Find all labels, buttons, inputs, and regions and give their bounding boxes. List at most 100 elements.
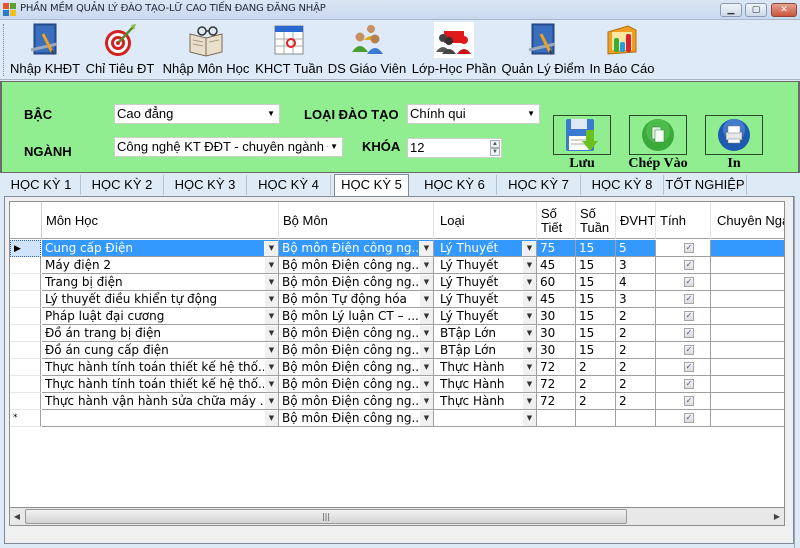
chevron-down-icon[interactable]: ▼ [419,394,433,409]
chevron-down-icon[interactable]: ▼ [264,360,278,375]
cell-tinh[interactable]: ✓ [656,376,711,393]
cell-dvht[interactable]: 2 [616,359,656,376]
cell-so-tuan[interactable]: 2 [576,376,616,393]
tinh-checkbox[interactable]: ✓ [684,260,694,270]
scrollbar-thumb[interactable]: ||| [25,509,627,524]
tinh-checkbox[interactable]: ✓ [684,379,694,389]
column-header-tinh[interactable]: Tính [656,202,711,239]
cell-bo-mon[interactable]: Bộ môn Điện công ng... ▼ [279,342,434,359]
cell-so-tuan[interactable]: 15 [576,274,616,291]
toolbar-item-ds-giao-vien[interactable]: DS Giáo Viên [327,21,407,79]
cell-chuyen-nganh[interactable] [711,240,784,257]
table-row[interactable]: ▶ Cung cấp Điện ▼ Bộ môn Điện công ng... ▼ Lý… [10,240,784,257]
cell-mon-hoc[interactable]: Đồ án trang bị điện ▼ [42,325,279,342]
tinh-checkbox[interactable]: ✓ [684,345,694,355]
cell-so-tuan[interactable]: 2 [576,359,616,376]
tinh-checkbox[interactable]: ✓ [684,294,694,304]
chevron-down-icon[interactable]: ▼ [522,292,536,307]
column-header-chuyen-nganh[interactable]: Chuyên Ngành [711,202,784,239]
row-header[interactable] [10,308,41,325]
chevron-down-icon[interactable]: ▼ [419,292,433,307]
copy-label[interactable]: Chép Vào [622,156,694,172]
chevron-down-icon[interactable]: ▼ [419,360,433,375]
column-header-bo-mon[interactable]: Bộ Môn [279,202,434,239]
row-header[interactable] [10,257,41,274]
cell-tinh[interactable]: ✓ [656,240,711,257]
cell-chuyen-nganh[interactable] [711,393,784,410]
cell-mon-hoc[interactable]: Lý thuyết điều khiển tự động ▼ [42,291,279,308]
cell-tinh[interactable]: ✓ [656,342,711,359]
tinh-checkbox[interactable]: ✓ [684,328,694,338]
cell-dvht[interactable]: 5 [616,240,656,257]
cell-mon-hoc[interactable]: ▼ [42,410,279,427]
maximize-button[interactable]: ▢ [745,3,767,17]
chevron-down-icon[interactable]: ▼ [419,241,433,256]
cell-so-tuan[interactable]: 2 [576,393,616,410]
cell-loai[interactable]: Lý Thuyết ▼ [434,240,537,257]
chevron-down-icon[interactable]: ▼ [264,343,278,358]
cell-chuyen-nganh[interactable] [711,376,784,393]
cell-tinh[interactable]: ✓ [656,291,711,308]
save-label[interactable]: Lưu [553,156,611,172]
chevron-down-icon[interactable]: ▼ [522,326,536,341]
chevron-down-icon[interactable]: ▼ [419,326,433,341]
cell-chuyen-nganh[interactable] [711,325,784,342]
column-header-mon-hoc[interactable]: Môn Học [42,202,279,239]
chevron-down-icon[interactable]: ▼ [419,377,433,392]
cell-mon-hoc[interactable]: Trang bị điện ▼ [42,274,279,291]
spin-down-button[interactable]: ▼ [490,148,500,156]
tab-hoc-ky-3[interactable]: HỌC KỲ 3 [164,175,247,195]
chevron-down-icon[interactable]: ▼ [264,326,278,341]
chevron-down-icon[interactable]: ▼ [522,275,536,290]
cell-so-tuan[interactable]: 15 [576,291,616,308]
cell-loai[interactable]: BTập Lớn ▼ [434,325,537,342]
cell-mon-hoc[interactable]: Thực hành tính toán thiết kế hệ thố... ▼ [42,359,279,376]
tinh-checkbox[interactable]: ✓ [684,243,694,253]
row-header[interactable] [10,325,41,342]
scroll-left-arrow[interactable]: ◀ [10,508,24,525]
chevron-down-icon[interactable]: ▼ [522,360,536,375]
cell-so-tiet[interactable]: 72 [537,376,576,393]
chevron-down-icon[interactable]: ▼ [264,241,278,256]
chevron-down-icon[interactable]: ▼ [522,258,536,273]
cell-bo-mon[interactable]: Bộ môn Điện công ng... ▼ [279,325,434,342]
cell-so-tiet[interactable]: 45 [537,257,576,274]
chevron-down-icon[interactable]: ▼ [264,411,278,426]
khoa-stepper[interactable]: 12 ▲ ▼ [407,138,502,158]
save-button[interactable] [553,115,611,155]
chevron-down-icon[interactable]: ▼ [419,411,433,426]
row-header[interactable] [10,359,41,376]
column-header-dvht[interactable]: ĐVHT [616,202,656,239]
cell-tinh[interactable]: ✓ [656,274,711,291]
toolbar-item-quan-ly-diem[interactable]: Quản Lý Điểm [500,21,586,79]
tinh-checkbox[interactable]: ✓ [684,413,694,423]
row-header[interactable] [10,376,41,393]
horizontal-scrollbar[interactable]: ◀ ||| ▶ [9,508,785,526]
column-header-so-tuan[interactable]: Số Tuần [576,202,616,239]
cell-tinh[interactable]: ✓ [656,257,711,274]
cell-tinh[interactable]: ✓ [656,308,711,325]
cell-loai[interactable]: BTập Lớn ▼ [434,342,537,359]
cell-so-tiet[interactable]: 30 [537,325,576,342]
nganh-select[interactable]: Công nghệ KT ĐĐT - chuyên ngành Đ ▼ [114,137,343,157]
cell-bo-mon[interactable]: Bộ môn Điện công ng... ▼ [279,257,434,274]
new-row-indicator[interactable]: * [10,410,41,427]
cell-bo-mon[interactable]: Bộ môn Tự động hóa ▼ [279,291,434,308]
cell-loai[interactable]: Thực Hành ▼ [434,376,537,393]
table-row[interactable]: Thực hành tính toán thiết kế hệ thố... ▼ B… [10,376,784,393]
cell-dvht[interactable]: 3 [616,257,656,274]
tab-hoc-ky-7[interactable]: HỌC KỲ 7 [497,175,581,195]
tab-hoc-ky-8[interactable]: HỌC KỲ 8 [581,175,664,195]
cell-mon-hoc[interactable]: Máy điện 2 ▼ [42,257,279,274]
cell-mon-hoc[interactable]: Pháp luật đại cương ▼ [42,308,279,325]
chevron-down-icon[interactable]: ▼ [419,258,433,273]
cell-dvht[interactable]: 2 [616,325,656,342]
cell-so-tuan[interactable]: 15 [576,240,616,257]
cell-so-tuan[interactable] [576,410,616,427]
chevron-down-icon[interactable]: ▼ [264,309,278,324]
cell-so-tiet[interactable]: 30 [537,342,576,359]
table-row[interactable]: Thực hành vận hành sửa chữa máy ... ▼ Bộ m… [10,393,784,410]
cell-tinh[interactable]: ✓ [656,325,711,342]
cell-mon-hoc[interactable]: Thực hành tính toán thiết kế hệ thố... ▼ [42,376,279,393]
table-row[interactable]: Đồ án trang bị điện ▼ Bộ môn Điện công ng.… [10,325,784,342]
